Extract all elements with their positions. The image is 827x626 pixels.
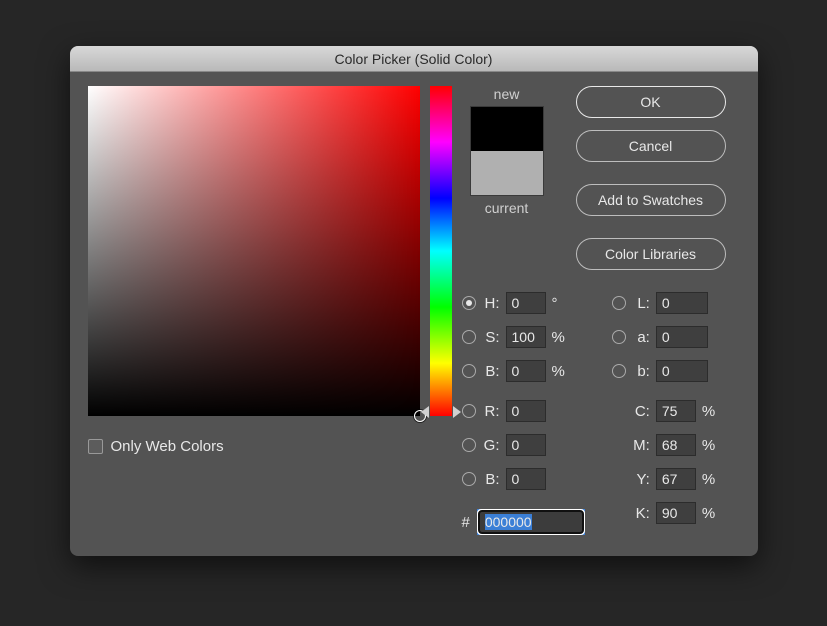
picker-row — [88, 86, 452, 416]
right-column: new current OK Cancel Add to Swatches Co… — [462, 86, 740, 534]
swatch-new-color[interactable] — [471, 107, 543, 151]
ok-button[interactable]: OK — [576, 86, 726, 118]
r-label: R: — [482, 403, 500, 420]
only-web-colors-row[interactable]: Only Web Colors — [88, 438, 452, 455]
hex-input[interactable] — [478, 510, 584, 534]
hsb-b-input[interactable] — [506, 360, 546, 382]
hsb-b-unit: % — [552, 363, 566, 380]
hue-column — [430, 86, 452, 416]
h-unit: ° — [552, 295, 566, 312]
rgb-b-input[interactable] — [506, 468, 546, 490]
r-radio[interactable] — [462, 404, 476, 418]
lab-b-input[interactable] — [656, 360, 708, 382]
y-unit: % — [702, 471, 716, 488]
k-input[interactable] — [656, 502, 696, 524]
hsb-rgb-column: H: ° S: % B: % — [462, 290, 584, 534]
fields-grid: H: ° S: % B: % — [462, 290, 740, 534]
m-row: M: % — [612, 432, 716, 458]
lab-cmyk-column: L: a: b: C: — [612, 290, 716, 534]
k-label: K: — [632, 505, 650, 522]
hex-label: # — [462, 514, 470, 531]
lab-b-radio[interactable] — [612, 364, 626, 378]
k-row: K: % — [612, 500, 716, 526]
s-radio[interactable] — [462, 330, 476, 344]
s-unit: % — [552, 329, 566, 346]
swatch-column: new current — [462, 86, 552, 270]
add-to-swatches-button[interactable]: Add to Swatches — [576, 184, 726, 216]
g-input[interactable] — [506, 434, 546, 456]
y-row: Y: % — [612, 466, 716, 492]
c-label: C: — [632, 403, 650, 420]
hsb-b-row: B: % — [462, 358, 584, 384]
l-radio[interactable] — [612, 296, 626, 310]
swatch-new-label: new — [494, 86, 520, 102]
r-row: R: — [462, 398, 584, 424]
color-libraries-button[interactable]: Color Libraries — [576, 238, 726, 270]
a-input[interactable] — [656, 326, 708, 348]
k-unit: % — [702, 505, 716, 522]
h-label: H: — [482, 295, 500, 312]
hue-arrow-left-icon[interactable] — [421, 406, 429, 418]
lab-b-row: b: — [612, 358, 716, 384]
l-label: L: — [632, 295, 650, 312]
y-label: Y: — [632, 471, 650, 488]
c-unit: % — [702, 403, 716, 420]
hue-arrow-right-icon[interactable] — [453, 406, 461, 418]
only-web-colors-label: Only Web Colors — [111, 438, 224, 455]
dialog-title: Color Picker (Solid Color) — [70, 46, 758, 72]
s-label: S: — [482, 329, 500, 346]
swatch-preview — [470, 106, 544, 196]
s-row: S: % — [462, 324, 584, 350]
y-input[interactable] — [656, 468, 696, 490]
swatch-current-label: current — [485, 200, 529, 216]
g-row: G: — [462, 432, 584, 458]
h-input[interactable] — [506, 292, 546, 314]
saturation-value-field[interactable] — [88, 86, 420, 416]
g-radio[interactable] — [462, 438, 476, 452]
hex-row: # — [462, 510, 584, 534]
m-unit: % — [702, 437, 716, 454]
h-radio[interactable] — [462, 296, 476, 310]
a-row: a: — [612, 324, 716, 350]
rgb-b-radio[interactable] — [462, 472, 476, 486]
lab-b-label: b: — [632, 363, 650, 380]
c-input[interactable] — [656, 400, 696, 422]
color-picker-dialog: Color Picker (Solid Color) Only Web Colo… — [70, 46, 758, 556]
s-input[interactable] — [506, 326, 546, 348]
rgb-b-row: B: — [462, 466, 584, 492]
g-label: G: — [482, 437, 500, 454]
hue-slider[interactable] — [430, 86, 452, 416]
swatch-current-color[interactable] — [471, 151, 543, 195]
c-row: C: % — [612, 398, 716, 424]
hsb-b-radio[interactable] — [462, 364, 476, 378]
top-right: new current OK Cancel Add to Swatches Co… — [462, 86, 740, 270]
a-radio[interactable] — [612, 330, 626, 344]
cancel-button[interactable]: Cancel — [576, 130, 726, 162]
m-input[interactable] — [656, 434, 696, 456]
hsb-b-label: B: — [482, 363, 500, 380]
rgb-b-label: B: — [482, 471, 500, 488]
a-label: a: — [632, 329, 650, 346]
h-row: H: ° — [462, 290, 584, 316]
only-web-colors-checkbox[interactable] — [88, 439, 103, 454]
button-column: OK Cancel Add to Swatches Color Librarie… — [576, 86, 726, 270]
m-label: M: — [632, 437, 650, 454]
left-column: Only Web Colors — [88, 86, 452, 534]
l-input[interactable] — [656, 292, 708, 314]
dialog-body: Only Web Colors new current OK Cancel Ad… — [70, 72, 758, 556]
r-input[interactable] — [506, 400, 546, 422]
l-row: L: — [612, 290, 716, 316]
